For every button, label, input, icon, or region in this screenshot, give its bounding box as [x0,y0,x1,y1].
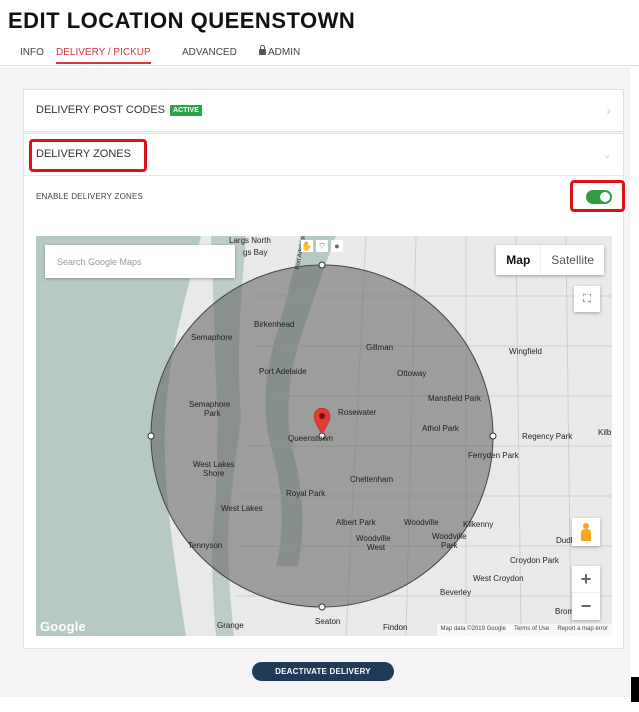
circle-handle-top [318,261,326,269]
map-attribution: Map data ©2019 Google Terms of Use Repor… [436,624,612,636]
lock-icon [259,45,266,55]
map-label: Mansfield Park [428,394,481,403]
chevron-right-icon: › [606,102,611,118]
map-label: Wingfield [509,347,542,356]
zoom-out-button[interactable]: − [572,593,600,620]
map-label: Gillman [366,343,394,352]
map-label: Queenstown [288,434,333,443]
map-label: Ottoway [397,369,427,378]
map-label: Park [441,541,458,550]
map-data-credit: Map data ©2019 Google [440,626,506,632]
map-search-input[interactable]: Search Google Maps [45,245,235,278]
map-label: Regency Park [522,432,573,441]
map-label: gs Bay [243,248,268,257]
circle-handle-bottom [318,603,326,611]
map-type-satellite-button[interactable]: Satellite [541,245,604,275]
highlight-box-toggle [570,180,625,212]
polygon-icon[interactable]: ⌔ [316,240,328,252]
map-label: Grange [217,621,244,630]
map-label: Kilb [598,428,612,437]
enable-zones-label: ENABLE DELIVERY ZONES [36,192,144,201]
map-label: Cheltenham [350,475,394,484]
map-label: Tennyson [188,541,223,550]
map-label: Albert Park [336,518,376,527]
map-label: Birkenhead [254,320,295,329]
terms-of-use-link[interactable]: Terms of Use [514,626,549,634]
circle-handle-left [147,432,155,440]
map-label: Woodville [356,534,391,543]
pegman-body [581,529,591,541]
tab-bar: INFO DELIVERY / PICKUP ADVANCED ADMIN [0,44,639,66]
map-type-control: Map Satellite [496,245,604,275]
fullscreen-icon[interactable]: ⛶ [574,286,600,312]
map-label: Royal Park [286,489,326,498]
tab-advanced[interactable]: ADVANCED [182,47,237,62]
map-label: Findon [383,623,408,632]
map-label: Woodville [432,532,467,541]
report-map-error-link[interactable]: Report a map error [557,626,608,634]
zoom-in-button[interactable]: + [572,566,600,593]
map-label: Athol Park [422,424,459,433]
map-pin-dot [319,413,325,419]
map-label: Ferryden Park [468,451,519,460]
post-codes-label: DELIVERY POST CODES ACTIVE [36,104,202,116]
section-delivery-post-codes[interactable]: DELIVERY POST CODES ACTIVE › [23,89,624,132]
map-type-map-button[interactable]: Map [496,245,542,275]
chevron-down-icon: ⌄ [602,149,612,161]
highlight-box-zones [29,139,147,172]
tab-info[interactable]: INFO [20,47,44,62]
hand-icon[interactable]: ✋ [301,240,313,252]
google-logo: Google [40,619,86,634]
tab-admin[interactable]: ADMIN [259,45,301,62]
street-view-pegman-icon[interactable] [572,518,600,546]
map-label: Largs North [229,236,271,245]
enable-zones-row: ENABLE DELIVERY ZONES [24,176,624,218]
map-label: Seaton [315,617,341,626]
deactivate-delivery-button[interactable]: DEACTIVATE DELIVERY [252,662,394,681]
map-label: West Lakes [221,504,263,513]
map-label: Semaphore [189,400,231,409]
map-label: Rosewater [338,408,377,417]
map-label: West [367,543,386,552]
map-label: West Croydon [473,574,524,583]
tab-admin-label: ADMIN [268,47,301,58]
map-label: Woodville [404,518,439,527]
tab-delivery-pickup[interactable]: DELIVERY / PICKUP [56,47,151,64]
map-label: Semaphore [191,333,233,342]
circle-handle-right [489,432,497,440]
map-view[interactable]: Largs North gs Bay Birkenhead Semaphore … [36,236,612,636]
map-label: Croydon Park [510,556,559,565]
circle-tool-icon[interactable]: ● [331,240,343,252]
map-label: Shore [203,469,225,478]
map-label: Port Adelaide [259,367,307,376]
map-label: West Lakes [193,460,235,469]
status-badge: ACTIVE [170,105,202,116]
map-label: Beverley [440,588,472,597]
map-label: Kilkenny [463,520,494,529]
zoom-control: + − [572,566,600,620]
drawing-tools: ✋ ⌔ ● [301,240,343,252]
map-label: Park [204,409,221,418]
edge-artifact [631,677,639,702]
page-title: EDIT LOCATION QUEENSTOWN [8,8,356,33]
